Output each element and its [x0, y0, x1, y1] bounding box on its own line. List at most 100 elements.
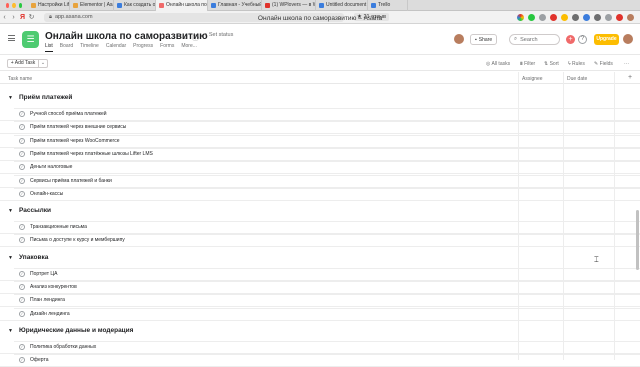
fields-button[interactable]: ✎ Fields	[594, 61, 613, 67]
task-name[interactable]: Политика обработки данных	[30, 344, 96, 350]
more-options-icon[interactable]: ···	[624, 61, 629, 67]
complete-checkbox-icon[interactable]: ✓	[19, 177, 25, 184]
browser-tab[interactable]: Elementor | Asaf	[70, 0, 114, 11]
task-name[interactable]: Деньги налоговые	[30, 164, 72, 170]
task-row[interactable]: ✓ Деньги налоговые	[0, 161, 640, 175]
section-header[interactable]: ▼ Рассылки	[0, 205, 640, 218]
minimize-window-button[interactable]	[12, 2, 16, 8]
task-row[interactable]: ✓ Письма о доступе к курсу и мембершипу	[0, 234, 640, 248]
maximize-window-button[interactable]	[18, 2, 22, 8]
task-name[interactable]: Анализ конкурентов	[30, 284, 77, 290]
add-task-button[interactable]: + Add Task	[7, 59, 39, 68]
task-row[interactable]: ✓ Приём платежей через внешние сервисы	[0, 121, 640, 135]
complete-checkbox-icon[interactable]: ✓	[19, 224, 25, 231]
task-row[interactable]: ✓ Портрет ЦА	[0, 267, 640, 281]
complete-checkbox-icon[interactable]: ✓	[19, 164, 25, 171]
info-icon[interactable]: ⓘ	[192, 33, 199, 43]
task-row[interactable]: ✓ Онлайн-кассы	[0, 187, 640, 201]
task-name[interactable]: Приём платежей через WooCommerce	[30, 138, 120, 144]
complete-checkbox-icon[interactable]: ✓	[19, 237, 25, 244]
chevron-down-icon[interactable]: ⌄	[182, 33, 188, 41]
complete-checkbox-icon[interactable]: ✓	[19, 150, 25, 157]
task-name[interactable]: Оферта	[30, 357, 48, 363]
help-button[interactable]: ?	[578, 35, 587, 44]
sort-button[interactable]: ⇅ Sort	[544, 61, 559, 67]
task-name[interactable]: Дизайн лендинга	[30, 311, 70, 317]
tab-5[interactable]: Forms	[160, 43, 174, 52]
section-header[interactable]: ▼ Юридические данные и модерация	[0, 325, 640, 338]
tab-1[interactable]: Board	[60, 43, 73, 52]
task-row[interactable]: ✓ Приём платежей через WooCommerce	[0, 134, 640, 148]
task-row[interactable]: ✓ Приём платежей через платёжные шлюзы Li…	[0, 147, 640, 161]
task-row[interactable]: ✓ Дизайн лендинга	[0, 307, 640, 321]
add-column-icon[interactable]: +	[628, 74, 632, 81]
complete-checkbox-icon[interactable]: ✓	[19, 111, 25, 117]
task-row[interactable]: ✓ Политика обработки данных	[0, 340, 640, 354]
browser-tab-label: Как создать онлайн-ш	[124, 2, 156, 8]
scrollbar[interactable]	[636, 210, 639, 270]
quick-add-button[interactable]: +	[566, 35, 575, 44]
complete-checkbox-icon[interactable]: ✓	[19, 270, 25, 277]
browser-tab[interactable]: Главная - Учебный ц...	[208, 0, 262, 11]
rules-button[interactable]: ϟ Rules	[568, 61, 585, 67]
section-header[interactable]: ▼ Приём платежей	[0, 92, 640, 105]
add-task-dropdown[interactable]: ⌄	[39, 59, 48, 68]
browser-tab[interactable]: Как создать онлайн-ш	[114, 0, 156, 11]
task-name[interactable]: План лендинга	[30, 297, 65, 303]
browser-tab[interactable]: Онлайн школа по само	[156, 0, 208, 11]
complete-checkbox-icon[interactable]: ✓	[19, 310, 25, 317]
browser-tab[interactable]: Настройки LifterLMS	[28, 0, 70, 11]
share-button[interactable]: ▪ Share	[470, 34, 498, 45]
section-title[interactable]: Приём платежей	[19, 94, 72, 101]
task-name[interactable]: Письма о доступе к курсу и мембершипу	[30, 237, 125, 243]
filter-button[interactable]: ⩩ Filter	[520, 61, 535, 67]
section-title[interactable]: Упаковка	[19, 254, 48, 261]
task-row[interactable]: ✓ Оферта	[0, 354, 640, 367]
section-title[interactable]: Юридические данные и модерация	[19, 327, 133, 334]
tab-6[interactable]: More...	[181, 43, 197, 52]
column-task-name[interactable]: Task name	[8, 76, 32, 82]
complete-checkbox-icon[interactable]: ✓	[19, 284, 25, 290]
all-tasks-filter[interactable]: ◎ All tasks	[486, 61, 510, 67]
task-name[interactable]: Приём платежей через внешние сервисы	[30, 124, 126, 130]
tab-2[interactable]: Timeline	[80, 43, 99, 52]
browser-tab[interactable]: Untitled document - Go	[316, 0, 368, 11]
avatar[interactable]	[454, 34, 464, 44]
task-name[interactable]: Онлайн-кассы	[30, 191, 63, 197]
hamburger-menu-icon[interactable]	[8, 35, 15, 43]
task-name[interactable]: Ручной способ приёма платежей	[30, 111, 107, 117]
section-header[interactable]: ▼ Упаковка	[0, 252, 640, 265]
task-row[interactable]: ✓ Ручной способ приёма платежей	[0, 108, 640, 121]
caret-down-icon[interactable]: ▼	[8, 255, 13, 261]
task-name[interactable]: Приём платежей через платёжные шлюзы Lif…	[30, 151, 153, 157]
task-row[interactable]: ✓ Транзакционные письма	[0, 221, 640, 235]
caret-down-icon[interactable]: ▼	[8, 208, 13, 214]
section-title[interactable]: Рассылки	[19, 207, 51, 214]
browser-tab[interactable]: (1) WPlovers — в Word	[262, 0, 316, 11]
tab-3[interactable]: Calendar	[106, 43, 126, 52]
upgrade-button[interactable]: Upgrade	[594, 34, 619, 45]
tab-0[interactable]: List	[45, 43, 53, 52]
tab-4[interactable]: Progress	[133, 43, 153, 52]
task-row[interactable]: ✓ План лендинга	[0, 294, 640, 308]
task-name[interactable]: Транзакционные письма	[30, 224, 87, 230]
complete-checkbox-icon[interactable]: ✓	[19, 357, 25, 364]
search-input[interactable]: ⌕ Search	[509, 34, 560, 45]
complete-checkbox-icon[interactable]: ✓	[19, 297, 25, 304]
task-name[interactable]: Сервисы приёма платежей и банки	[30, 178, 112, 184]
user-avatar[interactable]	[623, 34, 633, 44]
complete-checkbox-icon[interactable]: ✓	[19, 190, 25, 197]
column-assignee[interactable]: Assignee	[522, 76, 543, 82]
task-row[interactable]: ✓ Анализ конкурентов	[0, 281, 640, 294]
complete-checkbox-icon[interactable]: ✓	[19, 137, 25, 144]
complete-checkbox-icon[interactable]: ✓	[19, 124, 25, 131]
complete-checkbox-icon[interactable]: ✓	[19, 343, 25, 350]
browser-tab[interactable]: Trello	[368, 0, 408, 11]
close-window-button[interactable]	[6, 2, 10, 8]
caret-down-icon[interactable]: ▼	[8, 95, 13, 101]
caret-down-icon[interactable]: ▼	[8, 328, 13, 334]
task-name[interactable]: Портрет ЦА	[30, 271, 57, 277]
task-row[interactable]: ✓ Сервисы приёма платежей и банки	[0, 174, 640, 188]
column-due-date[interactable]: Due date	[567, 76, 587, 82]
set-status-button[interactable]: ○ Set status	[204, 32, 233, 38]
